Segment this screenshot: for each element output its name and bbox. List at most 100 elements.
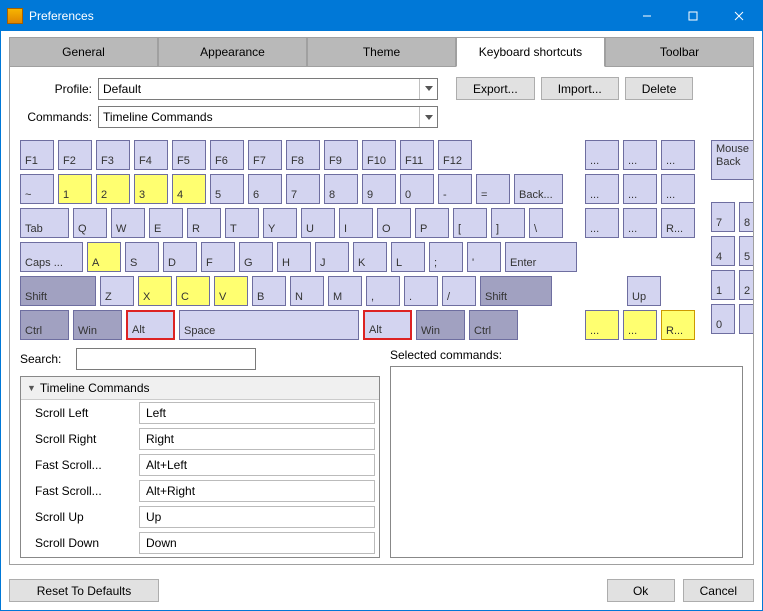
key-9[interactable]: 9	[362, 174, 396, 204]
key-b[interactable]: B	[252, 276, 286, 306]
tab-theme[interactable]: Theme	[307, 37, 456, 67]
key-f7[interactable]: F7	[248, 140, 282, 170]
key-nav[interactable]: ...	[623, 140, 657, 170]
key-down[interactable]: ...	[623, 310, 657, 340]
key-y[interactable]: Y	[263, 208, 297, 238]
key-0[interactable]: 0	[400, 174, 434, 204]
key-nav[interactable]: ...	[585, 174, 619, 204]
key-f8[interactable]: F8	[286, 140, 320, 170]
table-row[interactable]: Scroll RightRight	[21, 426, 379, 452]
key-enter[interactable]: Enter	[505, 242, 577, 272]
key-up[interactable]: Up	[627, 276, 661, 306]
table-row[interactable]: Scroll UpUp	[21, 504, 379, 530]
table-row[interactable]: Scroll LeftLeft	[21, 400, 379, 426]
key-8[interactable]: 8	[324, 174, 358, 204]
table-row[interactable]: Scroll DownDown	[21, 530, 379, 556]
shortcut-field[interactable]: Right	[139, 428, 375, 450]
key-nav[interactable]: ...	[661, 174, 695, 204]
key-[interactable]: /	[442, 276, 476, 306]
key-tab[interactable]: Tab	[20, 208, 69, 238]
key-nav[interactable]: ...	[661, 140, 695, 170]
shortcut-field[interactable]: Alt+Right	[139, 480, 375, 502]
shortcut-field[interactable]: Alt+Left	[139, 454, 375, 476]
ok-button[interactable]: Ok	[607, 579, 675, 602]
tab-keyboard-shortcuts[interactable]: Keyboard shortcuts	[456, 37, 605, 67]
key-[interactable]: ,	[366, 276, 400, 306]
key-7[interactable]: 7	[711, 202, 735, 232]
key-s[interactable]: S	[125, 242, 159, 272]
key-f10[interactable]: F10	[362, 140, 396, 170]
key-left[interactable]: ...	[585, 310, 619, 340]
key-alt[interactable]: Alt	[126, 310, 175, 340]
delete-button[interactable]: Delete	[625, 77, 694, 100]
key-f9[interactable]: F9	[324, 140, 358, 170]
import-button[interactable]: Import...	[541, 77, 619, 100]
key-win[interactable]: Win	[73, 310, 122, 340]
key-[interactable]: -	[438, 174, 472, 204]
key-d[interactable]: D	[163, 242, 197, 272]
table-row[interactable]: Fast Scroll...Alt+Right	[21, 478, 379, 504]
tab-toolbar[interactable]: Toolbar	[605, 37, 754, 67]
key-m[interactable]: M	[328, 276, 362, 306]
key-a[interactable]: A	[87, 242, 121, 272]
search-input[interactable]	[76, 348, 256, 370]
key-[interactable]: ]	[491, 208, 525, 238]
export-button[interactable]: Export...	[456, 77, 535, 100]
key-t[interactable]: T	[225, 208, 259, 238]
key-f12[interactable]: F12	[438, 140, 472, 170]
grid-group-header[interactable]: ▼ Timeline Commands	[21, 377, 379, 400]
key-l[interactable]: L	[391, 242, 425, 272]
key-5[interactable]: 5	[210, 174, 244, 204]
key-x[interactable]: X	[138, 276, 172, 306]
key-7[interactable]: 7	[286, 174, 320, 204]
key-v[interactable]: V	[214, 276, 248, 306]
minimize-button[interactable]	[624, 1, 670, 31]
key-i[interactable]: I	[339, 208, 373, 238]
key-r[interactable]: R	[187, 208, 221, 238]
key-g[interactable]: G	[239, 242, 273, 272]
key-8[interactable]: 8	[739, 202, 754, 232]
key-win[interactable]: Win	[416, 310, 465, 340]
key-ctrl[interactable]: Ctrl	[20, 310, 69, 340]
key-mouse-back[interactable]: Mouse Back	[711, 140, 754, 180]
key-2[interactable]: 2	[739, 270, 754, 300]
key-c[interactable]: C	[176, 276, 210, 306]
key-[interactable]: =	[476, 174, 510, 204]
key-q[interactable]: Q	[73, 208, 107, 238]
key-0[interactable]: 0	[711, 304, 735, 334]
key-ctrl[interactable]: Ctrl	[469, 310, 518, 340]
shortcut-field[interactable]: Left	[139, 402, 375, 424]
key-[interactable]: \	[529, 208, 563, 238]
key-nav[interactable]: R...	[661, 208, 695, 238]
key-alt[interactable]: Alt	[363, 310, 412, 340]
key-f1[interactable]: F1	[20, 140, 54, 170]
key-5[interactable]: 5	[739, 236, 754, 266]
shortcut-field[interactable]: Up	[139, 506, 375, 528]
cancel-button[interactable]: Cancel	[683, 579, 754, 602]
key-3[interactable]: 3	[134, 174, 168, 204]
profile-select[interactable]: Default	[98, 78, 438, 100]
key-nav[interactable]: ...	[585, 140, 619, 170]
key-w[interactable]: W	[111, 208, 145, 238]
key-f6[interactable]: F6	[210, 140, 244, 170]
commands-select[interactable]: Timeline Commands	[98, 106, 438, 128]
key-back[interactable]: Back...	[514, 174, 563, 204]
key-2[interactable]: 2	[96, 174, 130, 204]
key-u[interactable]: U	[301, 208, 335, 238]
key-shift[interactable]: Shift	[20, 276, 96, 306]
key-right[interactable]: R...	[661, 310, 695, 340]
tab-general[interactable]: General	[9, 37, 158, 67]
key-p[interactable]: P	[415, 208, 449, 238]
key-caps[interactable]: Caps ...	[20, 242, 83, 272]
key-n[interactable]: N	[290, 276, 324, 306]
key-f3[interactable]: F3	[96, 140, 130, 170]
key-f2[interactable]: F2	[58, 140, 92, 170]
key-e[interactable]: E	[149, 208, 183, 238]
key-[interactable]: ;	[429, 242, 463, 272]
commands-grid[interactable]: ▼ Timeline Commands Scroll LeftLeftScrol…	[20, 376, 380, 558]
key-1[interactable]: 1	[58, 174, 92, 204]
key-f5[interactable]: F5	[172, 140, 206, 170]
key-j[interactable]: J	[315, 242, 349, 272]
table-row[interactable]: Fast Scroll...Alt+Left	[21, 452, 379, 478]
key-4[interactable]: 4	[172, 174, 206, 204]
